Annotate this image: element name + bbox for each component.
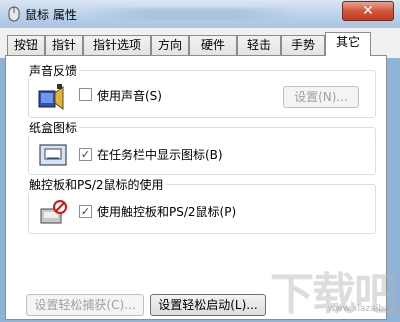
tab-hardware[interactable]: 硬件 <box>189 35 237 55</box>
close-button[interactable]: ✕ <box>342 1 394 21</box>
use-sound-checkbox[interactable] <box>79 88 92 101</box>
tab-pointers[interactable]: 指针 <box>45 35 83 55</box>
title-bar-glass <box>88 8 298 20</box>
show-tray-icon-label: 在任务栏中显示图标(B) <box>97 148 223 162</box>
touchpad-disabled-icon <box>40 200 67 224</box>
tray-icon-title: 纸盒图标 <box>27 119 80 136</box>
tray-icon <box>39 144 67 166</box>
tab-tapping[interactable]: 轻击 <box>237 35 281 55</box>
tab-buttons[interactable]: 按钮 <box>7 35 45 55</box>
use-touchpad-ps2-label: 使用触控板和PS/2鼠标(P) <box>97 205 237 219</box>
title-bar: 鼠标 属性 ✕ <box>0 0 400 28</box>
window-title: 鼠标 属性 <box>25 8 77 22</box>
use-touchpad-ps2-checkbox[interactable]: ✓ <box>79 205 92 218</box>
tab-gestures[interactable]: 手势 <box>281 35 325 55</box>
tab-pointer-options[interactable]: 指针选项 <box>83 35 151 55</box>
sound-feedback-title: 声音反馈 <box>27 62 80 79</box>
speaker-icon <box>38 84 64 110</box>
tray-icon-group: 纸盒图标 ✓ 在任务栏中显示图标(B) <box>27 119 376 175</box>
setup-easy-launch-button[interactable]: 设置轻松启动(L)... <box>150 294 266 316</box>
show-tray-icon-checkbox[interactable]: ✓ <box>79 148 92 161</box>
sound-feedback-group: 声音反馈 使用声音(S) 设置(N)... <box>27 62 376 118</box>
sound-settings-button[interactable]: 设置(N)... <box>283 86 359 108</box>
tab-other[interactable]: 其它 <box>325 32 371 56</box>
touchpad-usage-title: 触控板和PS/2鼠标的使用 <box>27 176 166 193</box>
watermark-url: www.xiazaiba.com <box>328 304 400 314</box>
touchpad-usage-group: 触控板和PS/2鼠标的使用 ✓ 使用触控板和PS/2鼠标(P) <box>27 176 376 234</box>
setup-easy-capture-button[interactable]: 设置轻松捕获(C)... <box>26 294 144 316</box>
mouse-icon <box>8 6 20 22</box>
tab-orientation[interactable]: 方向 <box>151 35 189 55</box>
use-sound-label: 使用声音(S) <box>97 89 162 103</box>
